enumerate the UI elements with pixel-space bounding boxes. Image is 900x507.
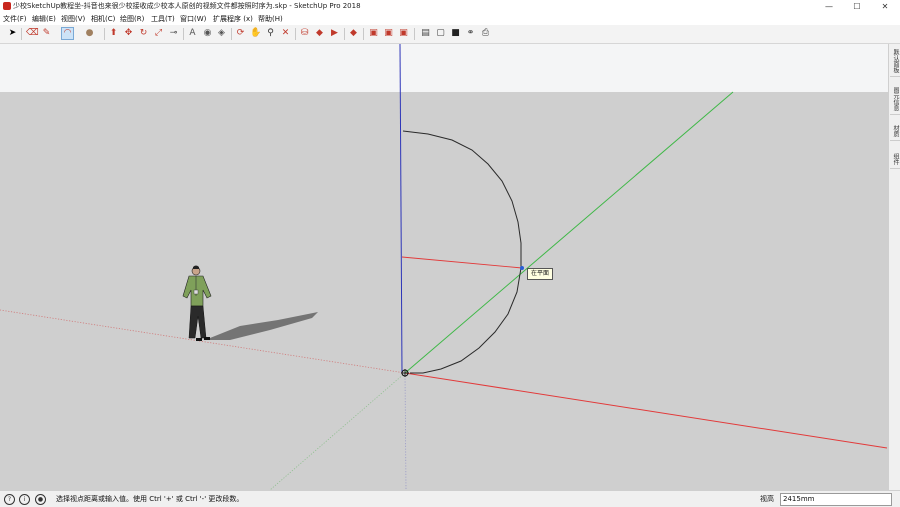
viewport-canvas[interactable]	[0, 43, 888, 491]
ruby-icon[interactable]: ◆	[348, 28, 359, 39]
sections-fill-icon[interactable]: ▣	[383, 28, 394, 39]
folder-icon[interactable]: ▢	[435, 28, 446, 39]
inference-point	[520, 266, 524, 270]
sections-display-icon[interactable]: ▣	[398, 28, 409, 39]
tab-entity-info[interactable]: 图元信息	[890, 84, 900, 115]
layer-icon[interactable]: ▤	[420, 28, 431, 39]
sections-icon[interactable]: ▣	[368, 28, 379, 39]
push-pull-icon[interactable]: ⬆	[108, 28, 119, 39]
status-bar: ? i ● 选择视点距离或输入值。使用 Ctrl '+' 或 Ctrl '-' …	[0, 490, 900, 507]
menu-view[interactable]: 视图(V)	[61, 14, 85, 24]
zoom-icon[interactable]: ⚲	[265, 28, 276, 39]
maximize-button[interactable]: ☐	[843, 0, 871, 13]
shape-circle-icon[interactable]: ●	[84, 28, 95, 39]
save-icon[interactable]: ■	[450, 28, 461, 39]
default-tray: 默认面板 图元信息 材质 组件	[888, 44, 900, 490]
orbit-icon[interactable]: ⟳	[235, 28, 246, 39]
menu-extensions[interactable]: 扩展程序 (x)	[213, 14, 253, 24]
menu-draw[interactable]: 绘图(R)	[120, 14, 144, 24]
minimize-button[interactable]: —	[815, 0, 843, 13]
ground	[0, 92, 888, 490]
extension-warehouse-icon[interactable]: ◆	[314, 28, 325, 39]
tape-measure-icon[interactable]: ⊸	[168, 28, 179, 39]
toolbar-separator	[231, 28, 232, 40]
pan-icon[interactable]: ✋	[250, 28, 261, 39]
paint-bucket-icon[interactable]: ◉	[202, 28, 213, 39]
link-icon[interactable]: ⚭	[465, 28, 476, 39]
scale-icon[interactable]: ⤢	[153, 28, 164, 39]
sky	[0, 44, 888, 92]
main-toolbar: ➤ ⌫ ✎ ◠ ● ⬆ ✥ ↻ ⤢ ⊸ A ◉ ◈ ⟳ ✋ ⚲ ✕ ⛁ ◆ ▶ …	[0, 25, 900, 44]
tab-default-tray[interactable]: 默认面板	[890, 46, 900, 77]
tab-materials[interactable]: 材质	[890, 122, 900, 141]
window-title: 少校SketchUp教程坐-抖音也来很少校接收成少校本人原创的视频文件都按照时序…	[13, 2, 361, 10]
sketchup-logo-icon	[3, 2, 11, 10]
toolbar-separator	[183, 28, 184, 40]
menu-edit[interactable]: 编辑(E)	[32, 14, 56, 24]
toolbar-separator	[344, 28, 345, 40]
select-arrow-icon[interactable]: ➤	[7, 28, 18, 39]
components-icon[interactable]: ◈	[216, 28, 227, 39]
credits-icon[interactable]: i	[19, 494, 30, 505]
toolbar-separator	[363, 28, 364, 40]
menu-help[interactable]: 帮助(H)	[258, 14, 283, 24]
toolbar-separator	[295, 28, 296, 40]
inference-tooltip: 在平面	[527, 268, 554, 280]
measurements-label: 视高	[760, 495, 774, 503]
toolbar-separator	[104, 28, 105, 40]
menu-bar: 文件(F) 编辑(E) 视图(V) 相机(C) 绘图(R) 工具(T) 窗口(W…	[0, 13, 900, 25]
rotate-icon[interactable]: ↻	[138, 28, 149, 39]
menu-camera[interactable]: 相机(C)	[91, 14, 115, 24]
modeling-viewport[interactable]: 在平面	[0, 43, 888, 491]
toolbar-separator	[414, 28, 415, 40]
zoom-extents-icon[interactable]: ✕	[280, 28, 291, 39]
close-button[interactable]: ✕	[871, 0, 899, 13]
menu-file[interactable]: 文件(F)	[3, 14, 27, 24]
eraser-icon[interactable]: ⌫	[26, 28, 39, 39]
measurements-input[interactable]: 2415mm	[780, 493, 892, 506]
user-account-icon[interactable]: ●	[35, 494, 46, 505]
menu-window[interactable]: 窗口(W)	[180, 14, 206, 24]
send-layout-icon[interactable]: ▶	[329, 28, 340, 39]
print-icon[interactable]: ⎙	[480, 28, 491, 39]
menu-tools[interactable]: 工具(T)	[151, 14, 175, 24]
text-icon[interactable]: A	[187, 28, 198, 39]
toolbar-separator	[21, 28, 22, 40]
status-hint: 选择视点距离或输入值。使用 Ctrl '+' 或 Ctrl '-' 更改段数。	[56, 495, 244, 503]
arc-tool-icon[interactable]: ◠	[61, 27, 74, 40]
pencil-line-icon[interactable]: ✎	[41, 28, 52, 39]
move-icon[interactable]: ✥	[123, 28, 134, 39]
warehouse-icon[interactable]: ⛁	[299, 28, 310, 39]
tab-components[interactable]: 组件	[890, 150, 900, 169]
title-bar: 少校SketchUp教程坐-抖音也来很少校接收成少校本人原创的视频文件都按照时序…	[0, 0, 900, 13]
geo-location-icon[interactable]: ?	[4, 494, 15, 505]
